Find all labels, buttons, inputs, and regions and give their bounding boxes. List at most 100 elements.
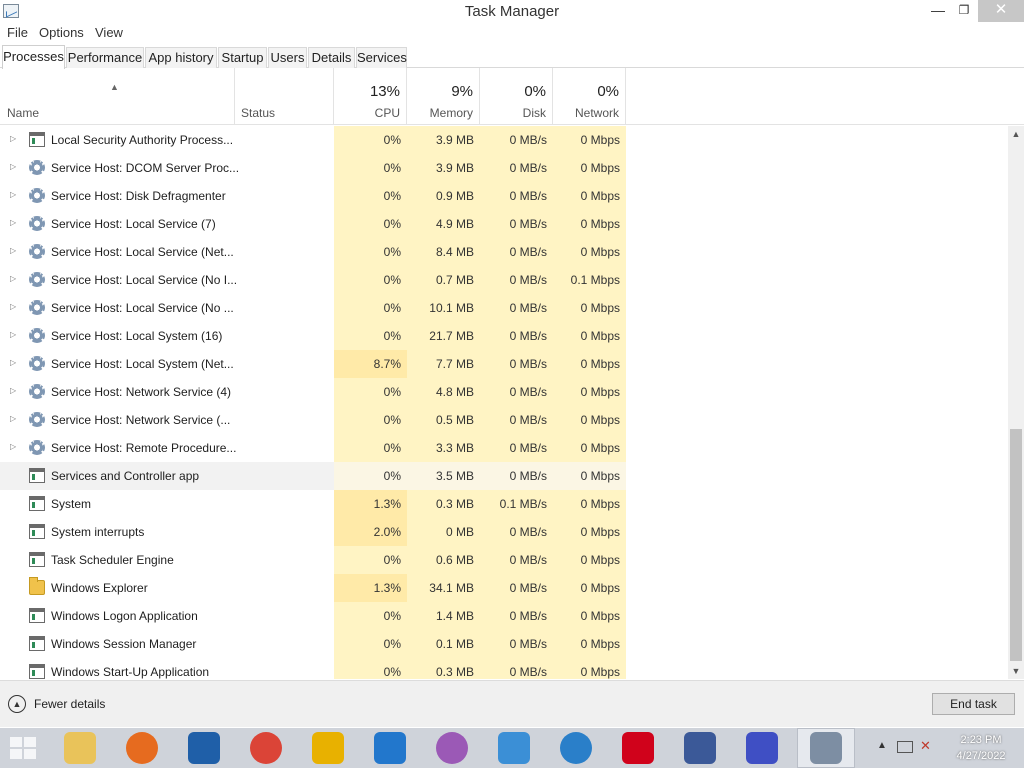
expand-chevron-icon[interactable]: ▷ <box>10 414 16 423</box>
process-row[interactable]: ▷ Service Host: Network Service (4) 0% 4.8 … <box>0 378 1008 406</box>
header-status[interactable]: Status <box>235 68 334 125</box>
process-cpu: 2.0% <box>334 518 407 546</box>
process-row[interactable]: System 1.3% 0.3 MB 0.1 MB/s 0 Mbps <box>0 490 1008 518</box>
process-row[interactable]: Windows Start-Up Application 0% 0.3 MB 0 MB… <box>0 658 1008 679</box>
settings-gear-icon[interactable] <box>746 732 778 764</box>
window-app-icon <box>29 468 45 483</box>
expand-chevron-icon[interactable]: ▷ <box>10 246 16 255</box>
process-network: 0 Mbps <box>553 182 626 210</box>
expand-chevron-icon[interactable]: ▷ <box>10 358 16 367</box>
process-row[interactable]: Windows Session Manager 0% 0.1 MB 0 MB/s 0 M… <box>0 630 1008 658</box>
show-hidden-icons-icon[interactable]: ▲ <box>877 740 887 751</box>
process-row[interactable]: ▷ Service Host: Local Service (Net... 0% 8.… <box>0 238 1008 266</box>
process-row[interactable]: Windows Logon Application 0% 1.4 MB 0 MB/s 0… <box>0 602 1008 630</box>
tab-performance[interactable]: Performance <box>66 47 144 68</box>
maxthon-icon[interactable] <box>374 732 406 764</box>
tab-details[interactable]: Details <box>308 47 355 68</box>
menu-file[interactable]: File <box>7 25 28 40</box>
process-row[interactable]: ▷ Service Host: Remote Procedure... 0% 3.3 … <box>0 434 1008 462</box>
process-row[interactable]: ▷ Service Host: Local Service (No ... 0% 10… <box>0 294 1008 322</box>
process-row[interactable]: ▷ Service Host: Disk Defragmenter 0% 0.9 MB… <box>0 182 1008 210</box>
close-button[interactable]: ✕ <box>978 0 1024 22</box>
process-network: 0 Mbps <box>553 490 626 518</box>
process-name: Windows Logon Application <box>51 609 198 623</box>
chrome-icon[interactable] <box>250 732 282 764</box>
process-disk: 0 MB/s <box>480 266 553 294</box>
task-manager-taskbar-icon[interactable] <box>810 732 842 764</box>
globe-icon[interactable] <box>560 732 592 764</box>
file-explorer-icon[interactable] <box>64 732 96 764</box>
opera-icon[interactable] <box>622 732 654 764</box>
process-row[interactable]: ▷ Service Host: Network Service (... 0% 0.5… <box>0 406 1008 434</box>
expand-chevron-icon[interactable]: ▷ <box>10 330 16 339</box>
facebook-icon[interactable] <box>684 732 716 764</box>
expand-chevron-icon[interactable]: ▷ <box>10 274 16 283</box>
start-button-windows-icon[interactable] <box>10 737 38 761</box>
process-row[interactable]: ▷ Service Host: DCOM Server Proc... 0% 3.9 … <box>0 154 1008 182</box>
menu-options[interactable]: Options <box>39 25 84 40</box>
process-cpu: 0% <box>334 266 407 294</box>
process-row[interactable]: ▷ Service Host: Local System (16) 0% 21.7 M… <box>0 322 1008 350</box>
process-row[interactable]: ▷ Service Host: Local Service (7) 0% 4.9 MB… <box>0 210 1008 238</box>
fewer-details-link[interactable]: Fewer details <box>34 697 105 711</box>
expand-chevron-icon[interactable]: ▷ <box>10 162 16 171</box>
service-gear-icon <box>29 384 45 399</box>
header-disk[interactable]: 0% Disk <box>480 68 553 125</box>
header-name[interactable]: ▲ Name <box>0 68 235 125</box>
tab-services[interactable]: Services <box>356 47 407 68</box>
minimize-button[interactable]: — <box>926 0 950 22</box>
process-status <box>235 182 334 210</box>
refresh-c-icon[interactable] <box>498 732 530 764</box>
process-row[interactable]: ▷ Service Host: Local Service (No I... 0% 0… <box>0 266 1008 294</box>
process-row[interactable]: System interrupts 2.0% 0 MB 0 MB/s 0 Mbps <box>0 518 1008 546</box>
scroll-up-arrow-icon[interactable]: ▲ <box>1008 126 1024 142</box>
vertical-scrollbar[interactable]: ▲ ▼ <box>1008 126 1024 679</box>
process-name: Service Host: Local Service (No I... <box>51 273 238 287</box>
expand-chevron-icon[interactable]: ▷ <box>10 302 16 311</box>
expand-chevron-icon[interactable]: ▷ <box>10 442 16 451</box>
process-row[interactable]: ▷ Local Security Authority Process... 0% 3.… <box>0 126 1008 154</box>
column-header: ▲ Name Status 13% CPU 9% Memory 0% Disk … <box>0 68 1024 125</box>
expand-chevron-icon[interactable]: ▷ <box>10 190 16 199</box>
service-gear-icon <box>29 300 45 315</box>
tab-processes[interactable]: Processes <box>2 45 65 69</box>
header-network[interactable]: 0% Network <box>553 68 626 125</box>
process-disk: 0 MB/s <box>480 378 553 406</box>
system-clock[interactable]: 2:23 PM 4/27/2022 <box>948 732 1014 764</box>
process-row[interactable]: Windows Explorer 1.3% 34.1 MB 0 MB/s 0 Mbps <box>0 574 1008 602</box>
scroll-down-arrow-icon[interactable]: ▼ <box>1008 663 1024 679</box>
header-cpu[interactable]: 13% CPU <box>334 68 407 125</box>
process-network: 0 Mbps <box>553 574 626 602</box>
tab-users[interactable]: Users <box>268 47 307 68</box>
process-memory: 0.3 MB <box>407 658 480 679</box>
process-network: 0 Mbps <box>553 546 626 574</box>
process-row[interactable]: Services and Controller app 0% 3.5 MB 0 MB/… <box>0 462 1008 490</box>
expand-chevron-icon[interactable]: ▷ <box>10 134 16 143</box>
menu-view[interactable]: View <box>95 25 123 40</box>
volume-muted-icon[interactable]: ✕ <box>920 738 931 754</box>
process-name: Service Host: Remote Procedure... <box>51 441 237 455</box>
window-app-icon <box>29 524 45 539</box>
header-disk-label: Disk <box>522 106 546 120</box>
title-bar: Task Manager — ❐ ✕ <box>0 0 1024 23</box>
restore-button[interactable]: ❐ <box>952 0 976 22</box>
expand-chevron-icon[interactable]: ▷ <box>10 386 16 395</box>
process-row[interactable]: ▷ Service Host: Local System (Net... 8.7% 7… <box>0 350 1008 378</box>
process-cpu: 0% <box>334 322 407 350</box>
firefox-icon[interactable] <box>126 732 158 764</box>
tab-app-history[interactable]: App history <box>145 47 217 68</box>
expand-chevron-icon[interactable]: ▷ <box>10 218 16 227</box>
network-tray-icon[interactable] <box>897 741 913 753</box>
process-status <box>235 378 334 406</box>
process-status <box>235 126 334 154</box>
keyhole-icon[interactable] <box>312 732 344 764</box>
scroll-thumb[interactable] <box>1010 429 1022 661</box>
header-memory[interactable]: 9% Memory <box>407 68 480 125</box>
arc-icon[interactable] <box>188 732 220 764</box>
tab-startup[interactable]: Startup <box>218 47 267 68</box>
chevron-up-circle-icon[interactable]: ▲ <box>8 695 26 713</box>
process-row[interactable]: Task Scheduler Engine 0% 0.6 MB 0 MB/s 0 Mbp… <box>0 546 1008 574</box>
memory-total-percent: 9% <box>451 83 473 100</box>
colorful-pinwheel-icon[interactable] <box>436 732 468 764</box>
end-task-button[interactable]: End task <box>932 693 1015 715</box>
